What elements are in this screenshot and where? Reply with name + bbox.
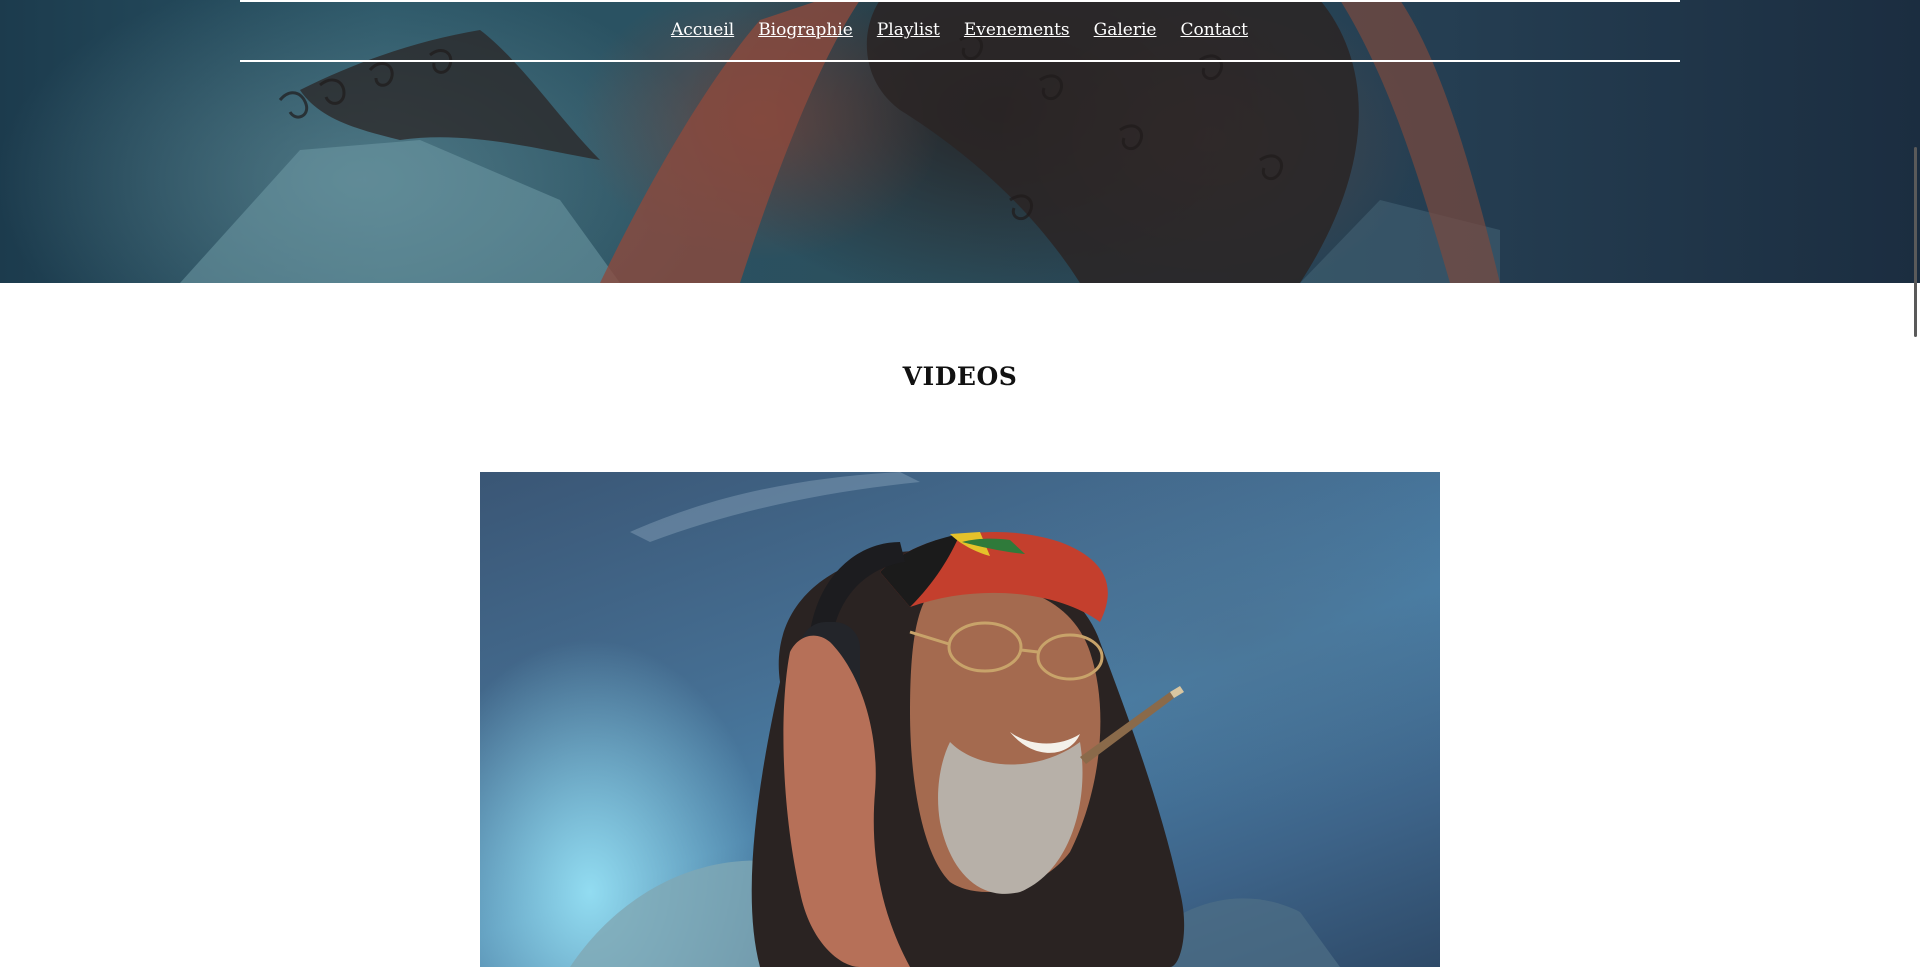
hero-header: Accueil Biographie Playlist Evenements G… (0, 0, 1920, 283)
nav-link-biographie[interactable]: Biographie (758, 20, 853, 40)
nav-link-evenements[interactable]: Evenements (964, 20, 1070, 40)
nav-divider-bottom (240, 60, 1680, 62)
video-thumbnail-image (570, 472, 1340, 967)
page-scrollbar-thumb[interactable] (1914, 147, 1917, 337)
nav-link-contact[interactable]: Contact (1181, 20, 1249, 40)
video-thumbnail[interactable] (480, 472, 1440, 967)
nav-link-accueil[interactable]: Accueil (671, 20, 734, 40)
nav-link-galerie[interactable]: Galerie (1094, 20, 1157, 40)
main-nav: Accueil Biographie Playlist Evenements G… (0, 20, 1920, 40)
nav-divider-top (240, 0, 1680, 2)
hero-background-photo (180, 0, 1500, 283)
nav-link-playlist[interactable]: Playlist (877, 20, 940, 40)
videos-section-title: VIDEOS (902, 362, 1018, 391)
